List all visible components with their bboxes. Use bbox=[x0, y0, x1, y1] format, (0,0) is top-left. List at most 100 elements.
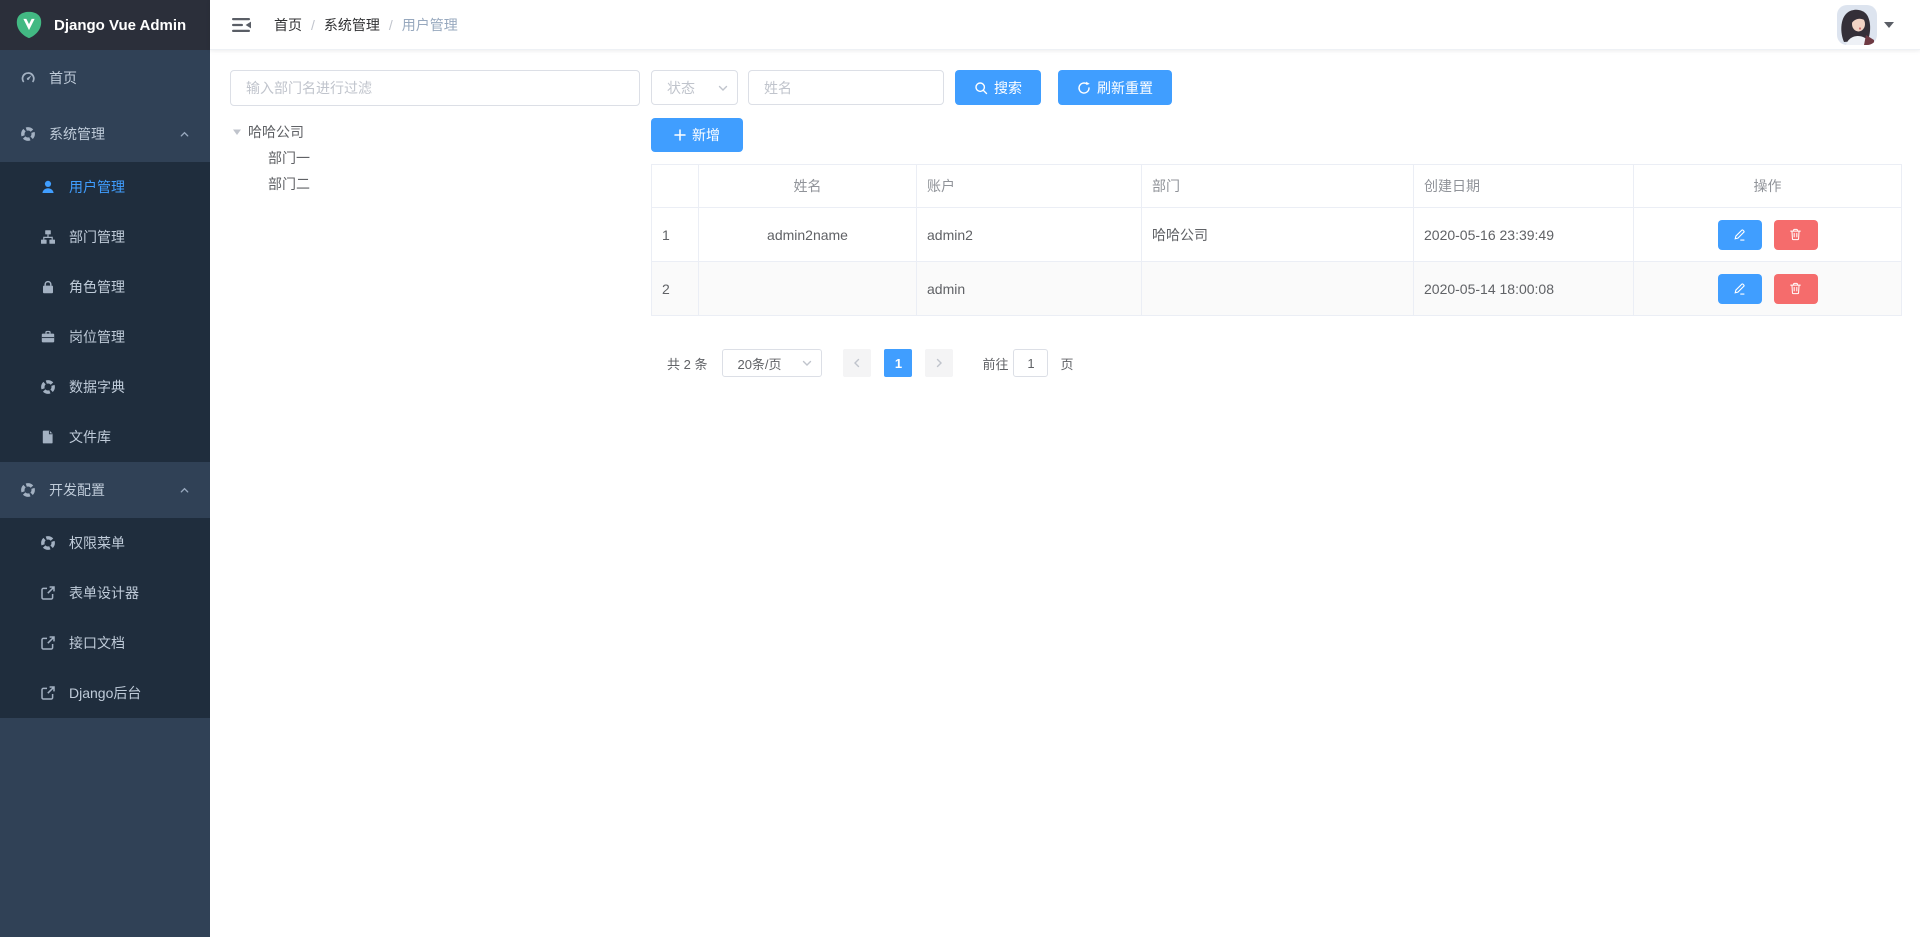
sidebar-item-roles[interactable]: 角色管理 bbox=[0, 262, 210, 312]
search-icon bbox=[974, 81, 988, 95]
col-actions: 操作 bbox=[1634, 165, 1902, 208]
sidebar-item-label: 数据字典 bbox=[69, 377, 125, 397]
sidebar-item-departments[interactable]: 部门管理 bbox=[0, 212, 210, 262]
sidebar-item-positions[interactable]: 岗位管理 bbox=[0, 312, 210, 362]
sidebar-item-label: Django后台 bbox=[69, 683, 141, 703]
breadcrumb-item-system[interactable]: 系统管理 bbox=[324, 15, 380, 35]
external-link-icon bbox=[40, 585, 56, 601]
hamburger-icon bbox=[232, 17, 252, 33]
goto-label: 前往 bbox=[982, 354, 1008, 373]
cell-name bbox=[699, 262, 917, 316]
sidebar-item-label: 岗位管理 bbox=[69, 327, 125, 347]
col-created-date: 创建日期 bbox=[1414, 165, 1634, 208]
page-size-select[interactable]: 20条/页 bbox=[722, 349, 822, 377]
col-account: 账户 bbox=[917, 165, 1142, 208]
caret-down-icon bbox=[1884, 22, 1894, 28]
refresh-icon bbox=[1077, 81, 1091, 95]
component-icon bbox=[40, 379, 56, 395]
caret-down-icon bbox=[232, 127, 242, 137]
breadcrumb-item-home[interactable]: 首页 bbox=[274, 15, 302, 35]
sidebar-item-file-library[interactable]: 文件库 bbox=[0, 412, 210, 462]
refresh-reset-button[interactable]: 刷新重置 bbox=[1058, 70, 1172, 105]
edit-button[interactable] bbox=[1718, 274, 1762, 304]
chevron-down-icon bbox=[801, 357, 813, 369]
sidebar-item-label: 文件库 bbox=[69, 427, 111, 447]
sidebar-item-label: 部门管理 bbox=[69, 227, 125, 247]
sidebar-item-api-docs[interactable]: 接口文档 bbox=[0, 618, 210, 668]
breadcrumb-separator: / bbox=[389, 17, 393, 33]
cell-index: 2 bbox=[652, 262, 699, 316]
table-row: 2 admin 2020-05-14 18:00:08 bbox=[652, 262, 1902, 316]
sidebar-item-form-designer[interactable]: 表单设计器 bbox=[0, 568, 210, 618]
sidebar-collapse-button[interactable] bbox=[224, 11, 260, 39]
users-table: 姓名 账户 部门 创建日期 操作 1 admin2name admin2 哈哈公… bbox=[651, 164, 1902, 316]
tree-node-root[interactable]: 哈哈公司 bbox=[230, 119, 640, 145]
chevron-left-icon bbox=[852, 358, 862, 368]
goto-page-input[interactable] bbox=[1013, 349, 1048, 377]
prev-page-button[interactable] bbox=[843, 349, 871, 377]
next-page-button[interactable] bbox=[925, 349, 953, 377]
delete-button[interactable] bbox=[1774, 220, 1818, 250]
sidebar-group-dev-config[interactable]: 开发配置 bbox=[0, 462, 210, 518]
user-icon bbox=[40, 179, 56, 195]
sidebar-item-label: 表单设计器 bbox=[69, 583, 139, 603]
reset-button-label: 刷新重置 bbox=[1097, 78, 1153, 98]
department-panel: 哈哈公司 部门一 部门二 bbox=[230, 70, 640, 937]
app-title: Django Vue Admin bbox=[54, 17, 186, 34]
cell-department bbox=[1142, 262, 1414, 316]
pagination: 共 2 条 20条/页 1 前 bbox=[667, 349, 1920, 377]
page-unit-label: 页 bbox=[1060, 354, 1073, 373]
page-number-button[interactable]: 1 bbox=[884, 349, 912, 377]
tree-node-child[interactable]: 部门一 bbox=[230, 145, 640, 171]
sidebar-item-permission-menu[interactable]: 权限菜单 bbox=[0, 518, 210, 568]
add-user-button[interactable]: 新增 bbox=[651, 118, 743, 152]
chevron-up-icon bbox=[179, 129, 190, 140]
col-index bbox=[652, 165, 699, 208]
component-icon bbox=[40, 535, 56, 551]
tree-node-child[interactable]: 部门二 bbox=[230, 171, 640, 197]
sidebar-item-data-dictionary[interactable]: 数据字典 bbox=[0, 362, 210, 412]
sidebar-menu: 首页 系统管理 用户管理 部门管理 bbox=[0, 50, 210, 718]
department-tree: 哈哈公司 部门一 部门二 bbox=[230, 119, 640, 197]
cell-created-date: 2020-05-16 23:39:49 bbox=[1414, 208, 1634, 262]
search-button[interactable]: 搜索 bbox=[955, 70, 1041, 105]
sidebar-item-home[interactable]: 首页 bbox=[0, 50, 210, 106]
delete-button[interactable] bbox=[1774, 274, 1818, 304]
status-select[interactable]: 状态 bbox=[651, 70, 738, 105]
sidebar-item-label: 首页 bbox=[49, 68, 77, 88]
plus-icon bbox=[674, 129, 686, 141]
sidebar-item-label: 权限菜单 bbox=[69, 533, 125, 553]
app-logo[interactable]: Django Vue Admin bbox=[0, 0, 210, 50]
sidebar-group-system[interactable]: 系统管理 bbox=[0, 106, 210, 162]
sidebar-item-label: 用户管理 bbox=[69, 177, 125, 197]
table-actions: 新增 bbox=[651, 118, 1920, 152]
submenu-dev-config: 权限菜单 表单设计器 接口文档 Django后台 bbox=[0, 518, 210, 718]
department-filter-input[interactable] bbox=[230, 70, 640, 106]
cell-account: admin bbox=[917, 262, 1142, 316]
external-link-icon bbox=[40, 685, 56, 701]
sidebar-group-label: 系统管理 bbox=[49, 124, 105, 144]
edit-icon bbox=[1733, 228, 1746, 241]
table-row: 1 admin2name admin2 哈哈公司 2020-05-16 23:3… bbox=[652, 208, 1902, 262]
table-header-row: 姓名 账户 部门 创建日期 操作 bbox=[652, 165, 1902, 208]
chevron-right-icon bbox=[934, 358, 944, 368]
edit-button[interactable] bbox=[1718, 220, 1762, 250]
name-filter-input[interactable] bbox=[748, 70, 944, 105]
sidebar-item-django-backend[interactable]: Django后台 bbox=[0, 668, 210, 718]
component-icon bbox=[20, 482, 36, 498]
breadcrumb-item-current: 用户管理 bbox=[402, 15, 458, 35]
page-size-value: 20条/页 bbox=[737, 354, 781, 373]
lock-icon bbox=[40, 279, 56, 295]
chevron-down-icon bbox=[717, 82, 729, 94]
user-management-panel: 状态 搜索 刷新重置 bbox=[651, 70, 1920, 937]
tree-node-label: 部门二 bbox=[268, 174, 310, 194]
submenu-system: 用户管理 部门管理 角色管理 岗位管理 bbox=[0, 162, 210, 462]
sidebar: Django Vue Admin 首页 系统管理 用户管理 bbox=[0, 0, 210, 937]
sidebar-item-users[interactable]: 用户管理 bbox=[0, 162, 210, 212]
user-menu[interactable] bbox=[1837, 5, 1906, 45]
cell-name: admin2name bbox=[699, 208, 917, 262]
breadcrumb: 首页 / 系统管理 / 用户管理 bbox=[274, 15, 458, 35]
trash-icon bbox=[1789, 282, 1802, 295]
dashboard-icon bbox=[20, 70, 36, 86]
filter-toolbar: 状态 搜索 刷新重置 bbox=[651, 70, 1920, 105]
